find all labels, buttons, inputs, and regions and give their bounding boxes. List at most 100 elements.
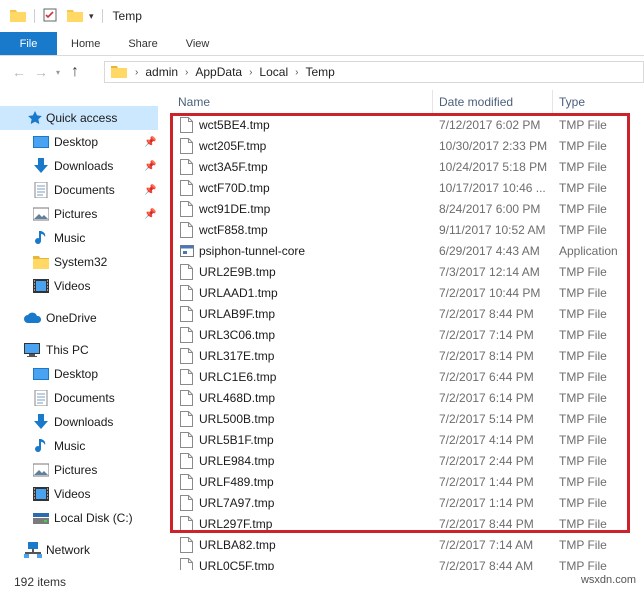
- nav-item-network[interactable]: Network: [0, 538, 158, 562]
- file-date-modified: 7/2/2017 2:44 PM: [439, 453, 534, 468]
- breadcrumb-temp[interactable]: Temp: [305, 65, 334, 79]
- file-type: TMP File: [559, 474, 607, 489]
- customize-toolbar-icon[interactable]: ▾: [89, 11, 94, 22]
- file-row[interactable]: wct5BE4.tmp 7/12/2017 6:02 PM TMP File: [160, 114, 644, 135]
- file-row[interactable]: wct3A5F.tmp 10/24/2017 5:18 PM TMP File: [160, 156, 644, 177]
- disk-icon: [33, 511, 49, 527]
- nav-item-pc-desktop[interactable]: Desktop: [0, 362, 158, 386]
- file-icon: [180, 411, 193, 427]
- file-name: URLAB9F.tmp: [199, 306, 276, 321]
- file-row[interactable]: URL7A97.tmp 7/2/2017 1:14 PM TMP File: [160, 492, 644, 513]
- file-row[interactable]: wct91DE.tmp 8/24/2017 6:00 PM TMP File: [160, 198, 644, 219]
- forward-arrow-icon[interactable]: →: [30, 64, 52, 80]
- address-bar[interactable]: › admin › AppData › Local › Temp: [104, 61, 644, 83]
- nav-item-label: Downloads: [54, 159, 114, 173]
- file-row[interactable]: URL0C5F.tmp 7/2/2017 8:44 AM TMP File: [160, 555, 644, 570]
- file-icon: [180, 348, 193, 364]
- application-icon: [180, 244, 194, 260]
- file-row[interactable]: URLBA82.tmp 7/2/2017 7:14 AM TMP File: [160, 534, 644, 555]
- documents-icon: [33, 181, 49, 199]
- chevron-right-icon[interactable]: ›: [295, 67, 298, 78]
- nav-item-label: System32: [54, 255, 108, 269]
- file-type: TMP File: [559, 117, 607, 132]
- file-row[interactable]: URLAAD1.tmp 7/2/2017 10:44 PM TMP File: [160, 282, 644, 303]
- nav-item-system32[interactable]: System32: [0, 250, 158, 274]
- column-header-date-modified[interactable]: Date modified: [432, 90, 552, 114]
- pin-icon[interactable]: 📌: [144, 161, 156, 172]
- computer-icon: [24, 342, 40, 358]
- chevron-right-icon[interactable]: ›: [249, 67, 252, 78]
- nav-item-music[interactable]: Music: [0, 226, 158, 250]
- file-row[interactable]: URL297F.tmp 7/2/2017 8:44 PM TMP File: [160, 513, 644, 534]
- folder-icon: [10, 8, 26, 25]
- tab-file[interactable]: File: [0, 32, 57, 55]
- file-date-modified: 10/24/2017 5:18 PM: [439, 159, 548, 174]
- column-header-type[interactable]: Type: [552, 90, 644, 114]
- music-icon: [33, 230, 49, 246]
- properties-icon[interactable]: [43, 8, 57, 25]
- file-name: URL3C06.tmp: [199, 327, 276, 342]
- column-header-name[interactable]: Name: [172, 90, 430, 114]
- breadcrumb-appdata[interactable]: AppData: [195, 65, 242, 79]
- nav-item-pictures[interactable]: Pictures 📌: [0, 202, 158, 226]
- file-name: URL7A97.tmp: [199, 495, 275, 510]
- file-row[interactable]: URLE984.tmp 7/2/2017 2:44 PM TMP File: [160, 450, 644, 471]
- file-row[interactable]: wct205F.tmp 10/30/2017 2:33 PM TMP File: [160, 135, 644, 156]
- nav-item-videos[interactable]: Videos: [0, 274, 158, 298]
- nav-item-pc-documents[interactable]: Documents: [0, 386, 158, 410]
- file-row[interactable]: URL2E9B.tmp 7/3/2017 12:14 AM TMP File: [160, 261, 644, 282]
- up-arrow-icon[interactable]: ↑: [64, 63, 86, 81]
- file-row[interactable]: URL5B1F.tmp 7/2/2017 4:14 PM TMP File: [160, 429, 644, 450]
- nav-item-local-disk[interactable]: Local Disk (C:): [0, 506, 158, 530]
- pin-icon[interactable]: 📌: [144, 185, 156, 196]
- nav-item-pc-downloads[interactable]: Downloads: [0, 410, 158, 434]
- nav-item-label: OneDrive: [46, 311, 97, 325]
- recent-locations-icon[interactable]: ▾: [52, 68, 64, 77]
- pin-icon[interactable]: 📌: [144, 209, 156, 220]
- file-type: TMP File: [559, 411, 607, 426]
- file-date-modified: 7/2/2017 1:44 PM: [439, 474, 534, 489]
- chevron-right-icon[interactable]: ›: [135, 67, 138, 78]
- file-row[interactable]: URLAB9F.tmp 7/2/2017 8:44 PM TMP File: [160, 303, 644, 324]
- nav-item-desktop[interactable]: Desktop 📌: [0, 130, 158, 154]
- chevron-right-icon[interactable]: ›: [185, 67, 188, 78]
- file-name: URLE984.tmp: [199, 453, 275, 468]
- nav-item-pc-music[interactable]: Music: [0, 434, 158, 458]
- file-row[interactable]: URLF489.tmp 7/2/2017 1:44 PM TMP File: [160, 471, 644, 492]
- nav-item-onedrive[interactable]: OneDrive: [0, 306, 158, 330]
- nav-item-label: Music: [54, 231, 86, 245]
- file-row[interactable]: URL500B.tmp 7/2/2017 5:14 PM TMP File: [160, 408, 644, 429]
- nav-item-pc-videos[interactable]: Videos: [0, 482, 158, 506]
- nav-item-quick-access[interactable]: Quick access: [0, 106, 158, 130]
- file-row[interactable]: wctF70D.tmp 10/17/2017 10:46 ... TMP File: [160, 177, 644, 198]
- tab-view[interactable]: View: [172, 32, 224, 55]
- file-row[interactable]: URL468D.tmp 7/2/2017 6:14 PM TMP File: [160, 387, 644, 408]
- file-row[interactable]: URL317E.tmp 7/2/2017 8:14 PM TMP File: [160, 345, 644, 366]
- file-name: URL2E9B.tmp: [199, 264, 276, 279]
- pin-icon[interactable]: 📌: [144, 137, 156, 148]
- file-date-modified: 7/2/2017 7:14 AM: [439, 537, 534, 552]
- breadcrumb-local[interactable]: Local: [259, 65, 288, 79]
- breadcrumb-admin[interactable]: admin: [145, 65, 178, 79]
- file-row[interactable]: wctF858.tmp 9/11/2017 10:52 AM TMP File: [160, 219, 644, 240]
- file-date-modified: 9/11/2017 10:52 AM: [439, 222, 546, 237]
- back-arrow-icon[interactable]: ←: [8, 64, 30, 80]
- nav-item-pc-pictures[interactable]: Pictures: [0, 458, 158, 482]
- window-title: Temp: [112, 9, 142, 23]
- file-row[interactable]: URL3C06.tmp 7/2/2017 7:14 PM TMP File: [160, 324, 644, 345]
- nav-item-label: Documents: [54, 183, 115, 197]
- tab-home[interactable]: Home: [57, 32, 114, 55]
- file-type: TMP File: [559, 264, 607, 279]
- nav-item-documents[interactable]: Documents 📌: [0, 178, 158, 202]
- tab-share[interactable]: Share: [114, 32, 171, 55]
- title-separator: [101, 9, 103, 23]
- watermark: wsxdn.com: [580, 574, 636, 586]
- nav-item-downloads[interactable]: Downloads 📌: [0, 154, 158, 178]
- desktop-icon: [33, 134, 49, 150]
- new-folder-icon[interactable]: [67, 8, 83, 25]
- file-name: wct205F.tmp: [199, 138, 267, 153]
- nav-item-this-pc[interactable]: This PC: [0, 338, 158, 362]
- nav-item-label: Pictures: [54, 207, 98, 221]
- file-row[interactable]: URLC1E6.tmp 7/2/2017 6:44 PM TMP File: [160, 366, 644, 387]
- file-row[interactable]: psiphon-tunnel-core 6/29/2017 4:43 AM Appl…: [160, 240, 644, 261]
